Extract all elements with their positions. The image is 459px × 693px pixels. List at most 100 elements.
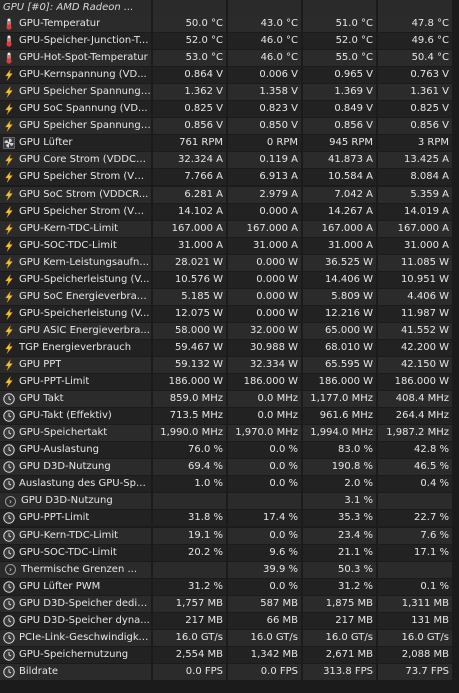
sensor-row[interactable]: GPU SoC Strom (VDDCR... 6.281 A 2.979 A 7.0… [0, 186, 459, 203]
min-value: 0.850 V [228, 118, 301, 135]
lightning-icon [3, 325, 15, 337]
min-value: 0.0 FPS [228, 663, 301, 680]
sensor-row[interactable]: GPU-Speichernutzung 2,554 MB 1,342 MB 2,671… [0, 646, 459, 663]
sensor-row[interactable]: GPU-PPT-Limit 186.000 W 186.000 W 186.000 W… [0, 374, 459, 391]
sensor-row[interactable]: GPU-Kern-TDC-Limit 19.1 % 0.0 % 23.4 % 7.6 % [0, 527, 459, 544]
sensor-row[interactable]: GPU-Speichertakt 1,990.0 MHz 1,970.0 MHz 1,… [0, 425, 459, 442]
current-value: 12.075 W [153, 305, 226, 322]
sensor-row[interactable]: GPU-Auslastung 76.0 % 0.0 % 83.0 % 42.8 % [0, 442, 459, 459]
sensor-row[interactable]: GPU-Hot-Spot-Temperatur 53.0 °C 46.0 °C 55.… [0, 50, 459, 67]
lightning-icon [3, 188, 15, 201]
sensor-row[interactable]: Bildrate 0.0 FPS 0.0 FPS 313.8 FPS 73.7 FPS [0, 663, 459, 680]
sensor-row[interactable]: GPU Speicher Spannung ... 0.856 V 0.850 V0… [0, 118, 459, 135]
min-value: 16.0 GT/s [228, 629, 301, 646]
sensor-row[interactable]: GPU ASIC Energieverbra... 58.000 W 32.000 … [0, 322, 459, 339]
sensor-label: GPU-Auslastung [19, 444, 99, 456]
sensor-row[interactable]: GPU D3D-Nutzung 69.4 % 0.0 % 190.8 % 46.5 % [0, 459, 459, 476]
lightning-icon [3, 69, 15, 81]
lightning-icon [3, 240, 15, 252]
current-value: 0.0 FPS [153, 663, 226, 680]
sensor-row[interactable]: Auslastung des GPU-Spe... 1.0 % 0.0 % 2.0 %… [0, 476, 459, 493]
lightning-icon [3, 171, 15, 184]
min-value: 1.358 V [228, 84, 301, 101]
sensor-row[interactable]: GPU-Temperatur 50.0 °C 43.0 °C 51.0 °C 47.8 … [0, 16, 459, 32]
sensor-row[interactable]: GPU Lüfter 761 RPM 0 RPM 945 RPM 3 RPM [0, 135, 459, 152]
clock-icon [3, 632, 15, 644]
avg-value: 47.8 °C [378, 16, 452, 32]
avg-value: 22.7 % [378, 510, 452, 527]
sensor-row[interactable]: GPU Speicher Spannung ... 1.362 V 1.358 V1… [0, 84, 459, 101]
lightning-icon [3, 359, 15, 371]
min-value: 0.823 V [228, 101, 301, 118]
sensor-name-cell: › Thermische Grenzen ... [0, 561, 151, 578]
avg-value: 0.763 V [378, 67, 452, 84]
sensor-row[interactable]: GPU Takt 859.0 MHz 0.0 MHz 1,177.0 MHz 408.4… [0, 391, 459, 408]
sensor-row[interactable]: GPU Core Strom (VDDCR... 32.324 A 0.119 A4… [0, 152, 459, 169]
lightning-icon [3, 222, 15, 235]
sensor-name-cell: GPU-Takt (Effektiv) [0, 408, 151, 425]
sensor-group-row[interactable]: › Thermische Grenzen ... 39.9 % 50.3 % [0, 561, 459, 578]
avg-value: 0.856 V [378, 118, 452, 135]
avg-value: 16.0 GT/s [378, 629, 452, 646]
sensor-label: GPU D3D-Speicher dedizi... [19, 597, 151, 609]
min-value: 32.334 W [228, 357, 301, 373]
sensor-group-row[interactable]: › GPU D3D-Nutzung 3.1 % [0, 493, 459, 510]
sensor-label: GPU Speicher Spannung ... [19, 120, 151, 132]
max-value: 1,994.0 MHz [303, 425, 376, 442]
min-value: 0.006 V [228, 67, 301, 84]
current-value: 52.0 °C [153, 33, 226, 50]
min-value: 32.000 W [228, 322, 301, 339]
sensor-row[interactable]: PCIe-Link-Geschwindigkeit 16.0 GT/s 16.0 G… [0, 629, 459, 646]
sensor-row[interactable]: GPU D3D-Speicher dyna... 217 MB 66 MB 217 M… [0, 612, 459, 629]
sensor-row[interactable]: GPU Speicher Strom (VD... 7.766 A 6.913 A1… [0, 169, 459, 186]
sensor-row[interactable]: GPU-SOC-TDC-Limit 20.2 % 9.6 % 21.1 % 17.1 % [0, 544, 459, 561]
sensor-row[interactable]: GPU Lüfter PWM 31.2 % 0.0 % 31.2 % 0.1 % [0, 578, 459, 595]
sensor-label: GPU-Speichernutzung [19, 648, 129, 660]
sensor-row[interactable]: GPU-Takt (Effektiv) 713.5 MHz 0.0 MHz 961.6… [0, 408, 459, 425]
group-header[interactable]: GPU [#0]: AMD Radeon ... [0, 0, 459, 16]
sensor-name-cell: GPU-Speicherleistung (V... [0, 271, 151, 288]
collapse-icon[interactable]: › [5, 564, 16, 576]
current-value: 32.324 A [153, 152, 226, 169]
sensor-row[interactable]: GPU-Speicherleistung (V... 12.075 W 0.000 … [0, 305, 459, 322]
sensor-row[interactable]: GPU-Kernspannung (VD... 0.864 V 0.006 V 0.9… [0, 67, 459, 84]
min-value: 66 MB [228, 612, 301, 629]
current-value: 7.766 A [153, 169, 226, 186]
avg-value: 11.987 W [378, 305, 452, 322]
sensor-row[interactable]: GPU D3D-Speicher dedizi... 1,757 MB 587 MB… [0, 595, 459, 612]
header-cell [153, 0, 226, 16]
collapse-icon[interactable]: › [5, 495, 16, 507]
sensor-row[interactable]: GPU PPT 59.132 W 32.334 W 65.595 W 42.150 W [0, 357, 459, 373]
sensor-row[interactable]: GPU-Speicher-Junction-T... 52.0 °C 46.0 °C… [0, 33, 459, 50]
current-value: 58.000 W [153, 322, 226, 339]
sensor-name-cell: TGP Energieverbrauch [0, 339, 151, 356]
sensor-name-cell: GPU Speicher Strom (VD... [0, 203, 151, 220]
sensor-label: GPU-PPT-Limit [19, 376, 90, 388]
avg-value: 4.406 W [378, 288, 452, 305]
avg-value: 131 MB [378, 612, 452, 629]
avg-value: 264.4 MHz [378, 408, 452, 425]
avg-value: 167.000 A [378, 220, 452, 237]
sensor-row[interactable]: GPU SoC Energieverbrau... 5.185 W 0.000 W5… [0, 288, 459, 305]
min-value: 1,970.0 MHz [228, 425, 301, 442]
max-value: 31.2 % [303, 578, 376, 595]
max-value: 190.8 % [303, 459, 376, 476]
sensor-row[interactable]: GPU Speicher Strom (VD... 14.102 A 0.000 A… [0, 203, 459, 220]
sensor-row[interactable]: GPU-PPT-Limit 31.8 % 17.4 % 35.3 % 22.7 % [0, 510, 459, 527]
sensor-row[interactable]: GPU-SOC-TDC-Limit 31.000 A 31.000 A 31.000 … [0, 237, 459, 254]
sensor-row[interactable]: GPU SoC Spannung (VD... 0.825 V 0.823 V 0.8… [0, 101, 459, 118]
sensor-label: GPU-Takt (Effektiv) [19, 410, 112, 422]
sensor-label: GPU-Kern-TDC-Limit [19, 529, 119, 541]
sensor-row[interactable]: GPU-Kern-TDC-Limit 167.000 A 167.000 A 167.… [0, 220, 459, 237]
sensor-label: PCIe-Link-Geschwindigkeit [19, 631, 151, 643]
sensor-row[interactable]: GPU-Speicherleistung (V... 10.576 W 0.000 … [0, 271, 459, 288]
sensor-row[interactable]: GPU Kern-Leistungsaufn... 28.021 W 0.000 W… [0, 254, 459, 271]
max-value: 55.0 °C [303, 50, 376, 67]
sensor-label: GPU-Kern-TDC-Limit [19, 222, 119, 234]
sensor-row[interactable]: TGP Energieverbrauch 59.467 W 30.988 W 68.0… [0, 339, 459, 356]
sensor-name-cell: GPU Lüfter [0, 135, 151, 152]
max-value: 35.3 % [303, 510, 376, 527]
max-value: 68.010 W [303, 339, 376, 356]
max-value: 217 MB [303, 612, 376, 629]
sensor-name-cell: GPU SoC Spannung (VD... [0, 101, 151, 118]
